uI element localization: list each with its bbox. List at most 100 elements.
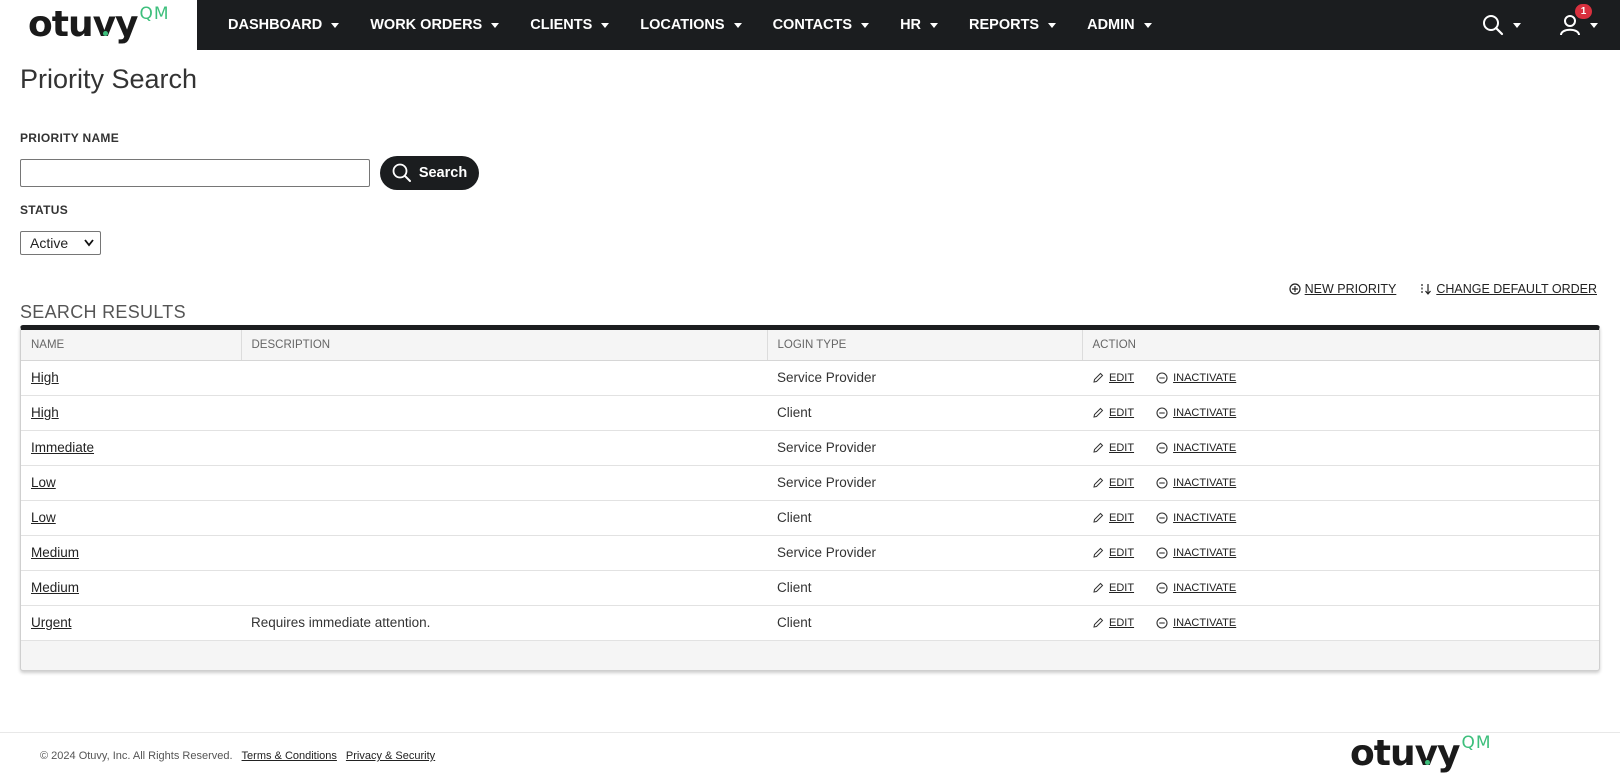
- pencil-icon: [1093, 582, 1104, 593]
- inactivate-link[interactable]: INACTIVATE: [1156, 477, 1236, 489]
- pencil-icon: [1093, 617, 1104, 628]
- inactivate-link[interactable]: INACTIVATE: [1156, 547, 1236, 559]
- search-button[interactable]: Search: [380, 156, 479, 190]
- table-row: High Service Provider EDIT INACTIVATE: [21, 360, 1599, 396]
- nav-clients[interactable]: CLIENTS: [530, 17, 610, 33]
- priority-name-link[interactable]: Medium: [31, 545, 79, 560]
- nav-work-orders[interactable]: WORK ORDERS: [370, 17, 500, 33]
- otuvy-logo[interactable]: otu v y QM: [28, 4, 170, 46]
- priority-login-type: Client: [767, 395, 1082, 431]
- caret-down-icon: [930, 22, 939, 28]
- column-header-login-type[interactable]: LOGIN TYPE: [767, 330, 1083, 361]
- priority-name-link[interactable]: Immediate: [31, 440, 94, 455]
- caret-down-icon: [331, 22, 340, 28]
- priority-name-link[interactable]: Medium: [31, 580, 79, 595]
- change-default-order-label: CHANGE DEFAULT ORDER: [1436, 282, 1597, 296]
- logo-word-pre: otu: [28, 4, 94, 45]
- search-icon: [392, 163, 411, 182]
- new-priority-label: NEW PRIORITY: [1304, 282, 1397, 296]
- priority-description: [241, 360, 767, 396]
- edit-link[interactable]: EDIT: [1092, 547, 1134, 559]
- status-label: STATUS: [20, 203, 69, 217]
- caret-down-icon: [1143, 22, 1152, 28]
- logo-v: v: [1414, 733, 1438, 774]
- table-row: Urgent Requires immediate attention. Clien…: [21, 605, 1599, 641]
- new-priority-link[interactable]: NEW PRIORITY: [1289, 282, 1397, 296]
- table-row: Immediate Service Provider EDIT INACTIVATE: [21, 430, 1599, 466]
- footer-otuvy-logo: otu v y QM: [1350, 733, 1492, 779]
- column-header-name[interactable]: NAME: [21, 330, 242, 361]
- caret-down-icon: [1513, 22, 1521, 28]
- footer: © 2024 Otuvy, Inc. All Rights Reserved. …: [40, 750, 435, 762]
- priority-login-type: Service Provider: [767, 465, 1082, 501]
- search-icon: [1483, 15, 1504, 36]
- minus-circle-icon: [1156, 371, 1168, 384]
- inactivate-link[interactable]: INACTIVATE: [1156, 582, 1236, 594]
- priority-name-link[interactable]: Urgent: [31, 615, 72, 630]
- caret-down-icon: [601, 22, 610, 28]
- status-select[interactable]: Active: [20, 231, 101, 255]
- nav-admin[interactable]: ADMIN: [1087, 17, 1152, 33]
- main-nav: DASHBOARD WORK ORDERS CLIENTS LOCATIONS …: [228, 0, 1183, 50]
- priority-name-link[interactable]: High: [31, 405, 59, 420]
- priority-description: [241, 535, 767, 571]
- status-select-value: Active: [30, 235, 69, 251]
- inactivate-link[interactable]: INACTIVATE: [1156, 442, 1236, 454]
- minus-circle-icon: [1156, 441, 1168, 454]
- logo-suffix: QM: [139, 4, 170, 24]
- edit-link[interactable]: EDIT: [1092, 372, 1134, 384]
- logo-word-post: y: [115, 4, 138, 45]
- change-default-order-link[interactable]: CHANGE DEFAULT ORDER: [1420, 282, 1597, 296]
- top-navbar: otu v y QM DASHBOARD WORK ORDERS CLIENTS…: [0, 0, 1620, 50]
- nav-contacts[interactable]: CONTACTS: [773, 17, 870, 33]
- edit-link[interactable]: EDIT: [1092, 582, 1134, 594]
- table-row: Low Service Provider EDIT INACTIVATE: [21, 465, 1599, 501]
- minus-circle-icon: [1156, 476, 1168, 489]
- priority-name-link[interactable]: High: [31, 370, 59, 385]
- edit-link[interactable]: EDIT: [1092, 512, 1134, 524]
- edit-link[interactable]: EDIT: [1092, 477, 1134, 489]
- results-table: NAME DESCRIPTION LOGIN TYPE ACTION High S…: [20, 325, 1600, 671]
- caret-down-icon: [1590, 22, 1598, 28]
- caret-down-icon: [1048, 22, 1057, 28]
- priority-name-link[interactable]: Low: [31, 475, 56, 490]
- user-menu-button[interactable]: 1: [1559, 4, 1598, 36]
- inactivate-link[interactable]: INACTIVATE: [1156, 407, 1236, 419]
- pencil-icon: [1093, 477, 1104, 488]
- inactivate-link[interactable]: INACTIVATE: [1156, 372, 1236, 384]
- edit-link[interactable]: EDIT: [1092, 442, 1134, 454]
- privacy-link[interactable]: Privacy & Security: [346, 750, 435, 762]
- priority-login-type: Service Provider: [767, 535, 1082, 571]
- pencil-icon: [1093, 442, 1104, 453]
- priority-name-input[interactable]: [20, 159, 370, 187]
- logo-word-post: y: [1437, 733, 1460, 774]
- logo-area[interactable]: otu v y QM: [0, 0, 197, 50]
- priority-name-link[interactable]: Low: [31, 510, 56, 525]
- pencil-icon: [1093, 547, 1104, 558]
- column-header-description[interactable]: DESCRIPTION: [241, 330, 768, 361]
- inactivate-link[interactable]: INACTIVATE: [1156, 617, 1236, 629]
- priority-login-type: Client: [767, 500, 1082, 536]
- nav-right-tools: 1: [1444, 0, 1598, 50]
- copyright-text: © 2024 Otuvy, Inc. All Rights Reserved.: [40, 750, 233, 762]
- nav-dashboard[interactable]: DASHBOARD: [228, 17, 340, 33]
- search-menu-button[interactable]: [1482, 14, 1521, 36]
- page-title: Priority Search: [20, 64, 198, 94]
- terms-link[interactable]: Terms & Conditions: [242, 750, 337, 762]
- table-row: Low Client EDIT INACTIVATE: [21, 500, 1599, 536]
- priority-login-type: Service Provider: [767, 430, 1082, 466]
- priority-description: [241, 500, 767, 536]
- caret-down-icon: [733, 22, 742, 28]
- search-results-title: SEARCH RESULTS: [20, 302, 186, 322]
- inactivate-link[interactable]: INACTIVATE: [1156, 512, 1236, 524]
- search-button-label: Search: [418, 165, 468, 181]
- logo-v: v: [92, 4, 116, 45]
- pencil-icon: [1093, 407, 1104, 418]
- nav-locations[interactable]: LOCATIONS: [640, 17, 742, 33]
- nav-reports[interactable]: REPORTS: [969, 17, 1057, 33]
- table-row: Medium Client EDIT INACTIVATE: [21, 570, 1599, 606]
- edit-link[interactable]: EDIT: [1092, 407, 1134, 419]
- edit-link[interactable]: EDIT: [1092, 617, 1134, 629]
- nav-hr[interactable]: HR: [900, 17, 939, 33]
- priority-description: [241, 430, 767, 466]
